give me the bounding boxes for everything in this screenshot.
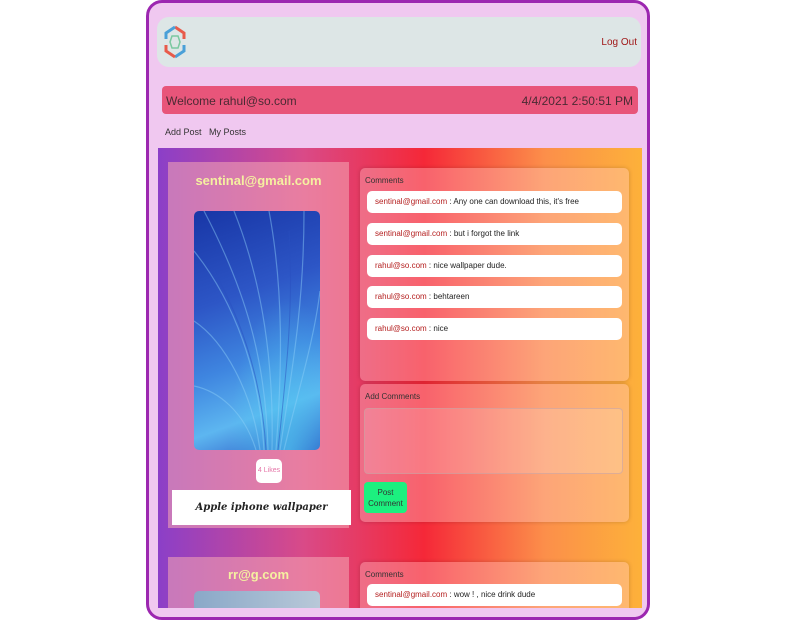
current-datetime: 4/4/2021 2:50:51 PM bbox=[521, 94, 633, 108]
post-comment-button[interactable]: Post Comment bbox=[364, 482, 407, 513]
comment-item: sentinal@gmail.com : but i forgot the li… bbox=[367, 223, 622, 245]
post-author: sentinal@gmail.com bbox=[195, 173, 322, 188]
comment-author[interactable]: sentinal@gmail.com bbox=[375, 229, 447, 238]
comment-author[interactable]: sentinal@gmail.com bbox=[375, 197, 447, 206]
post-image[interactable] bbox=[194, 211, 320, 450]
comment-text: : but i forgot the link bbox=[447, 229, 520, 238]
posts-feed[interactable]: sentinal@gmail.com 4 Likes Apple iphone … bbox=[158, 148, 642, 608]
app-logo-icon[interactable] bbox=[163, 24, 187, 60]
logout-link[interactable]: Log Out bbox=[601, 37, 637, 48]
post-button-line2: Comment bbox=[368, 498, 403, 508]
welcome-bar: Welcome rahul@so.com 4/4/2021 2:50:51 PM bbox=[162, 86, 638, 114]
comment-item: sentinal@gmail.com : Any one can downloa… bbox=[367, 191, 622, 213]
comment-item: rahul@so.com : nice wallpaper dude. bbox=[367, 255, 622, 277]
post-button-line1: Post bbox=[377, 487, 394, 497]
add-comment-panel: Add Comments Post Comment bbox=[360, 384, 629, 522]
comment-text: : Any one can download this, it's free bbox=[447, 197, 579, 206]
add-comments-label: Add Comments bbox=[365, 392, 421, 401]
comment-author[interactable]: rahul@so.com bbox=[375, 292, 427, 301]
comment-author[interactable]: rahul@so.com bbox=[375, 324, 427, 333]
comments-panel: Comments sentinal@gmail.com : Any one ca… bbox=[360, 168, 629, 381]
nav-my-posts[interactable]: My Posts bbox=[209, 127, 246, 137]
comment-text: : nice wallpaper dude. bbox=[426, 261, 507, 270]
comments-label: Comments bbox=[365, 176, 404, 185]
comment-input[interactable] bbox=[364, 408, 623, 474]
nav-add-post[interactable]: Add Post bbox=[165, 127, 202, 137]
likes-button[interactable]: 4 Likes bbox=[256, 459, 282, 483]
comment-author[interactable]: sentinal@gmail.com bbox=[375, 590, 447, 599]
comment-item: rahul@so.com : nice bbox=[367, 318, 622, 340]
post-caption: Apple iphone wallpaper bbox=[172, 490, 351, 525]
comment-text: : wow ! , nice drink dude bbox=[447, 590, 536, 599]
comments-label: Comments bbox=[365, 570, 404, 579]
welcome-message: Welcome rahul@so.com bbox=[166, 94, 297, 108]
wallpaper-image bbox=[194, 211, 320, 450]
top-navbar: Log Out bbox=[157, 17, 641, 67]
comment-text: : behtareen bbox=[426, 292, 470, 301]
comment-author[interactable]: rahul@so.com bbox=[375, 261, 427, 270]
comments-panel: Comments sentinal@gmail.com : wow ! , ni… bbox=[360, 562, 629, 608]
comment-item: sentinal@gmail.com : wow ! , nice drink … bbox=[367, 584, 622, 606]
post-author: rr@g.com bbox=[227, 567, 290, 582]
comment-text: : nice bbox=[426, 324, 449, 333]
comment-item: rahul@so.com : behtareen bbox=[367, 286, 622, 308]
post-card: rr@g.com bbox=[168, 557, 349, 608]
post-card: sentinal@gmail.com 4 Likes Apple iphone … bbox=[168, 162, 351, 528]
